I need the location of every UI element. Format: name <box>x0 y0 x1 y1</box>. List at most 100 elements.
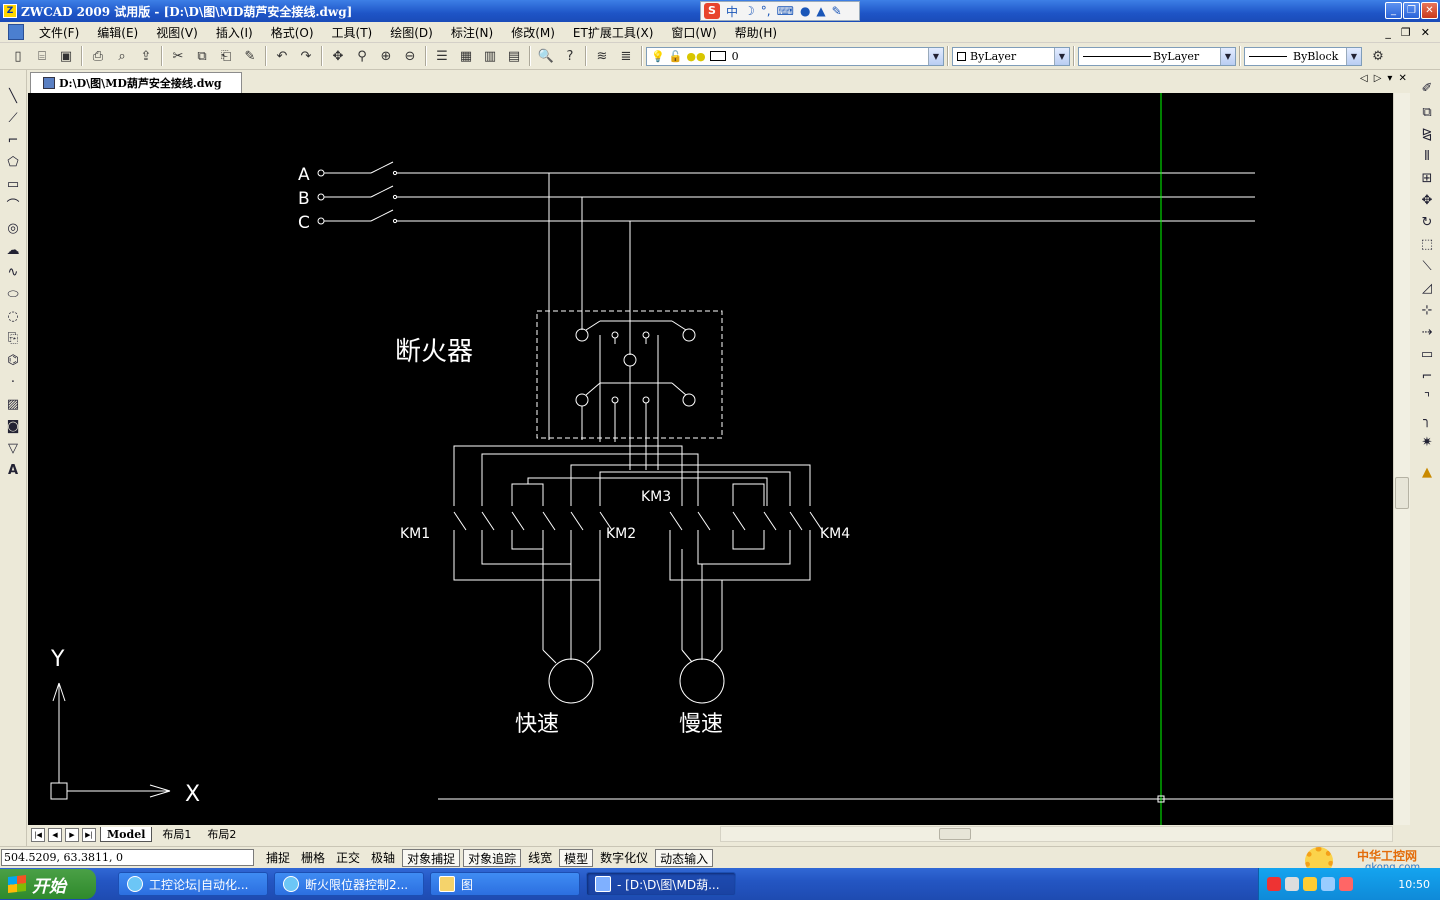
layer-tools-icon[interactable]: ▲ <box>1418 464 1436 482</box>
display-icon[interactable] <box>1321 877 1335 891</box>
rotate-icon[interactable]: ↻ <box>1418 214 1436 232</box>
calculator-icon[interactable]: ▤ <box>504 46 524 66</box>
horizontal-scroll-thumb[interactable] <box>939 828 971 840</box>
menu-window[interactable]: 窗口(W) <box>662 24 725 41</box>
array-icon[interactable]: ⊞ <box>1418 170 1436 188</box>
print-icon[interactable]: ⎙ <box>88 46 108 66</box>
join-icon[interactable]: ⌐ <box>1418 368 1436 386</box>
polyline-tool-icon[interactable]: ⌐ <box>4 132 22 150</box>
tab-list-icon[interactable]: ▾ <box>1387 73 1392 84</box>
lengthen-icon[interactable]: ◿ <box>1418 280 1436 298</box>
open-file-icon[interactable]: ⌸ <box>32 46 52 66</box>
drawing-canvas[interactable]: A B C 断火器 KM1 KM2 KM3 KM4 快速 慢速 Y X <box>28 93 1393 825</box>
region-tool-icon[interactable]: ◙ <box>4 418 22 436</box>
rectangle-tool-icon[interactable]: ▭ <box>4 176 22 194</box>
match-properties-icon[interactable]: ✎ <box>240 46 260 66</box>
redo-icon[interactable]: ↷ <box>296 46 316 66</box>
zoom-realtime-icon[interactable]: ⚲ <box>352 46 372 66</box>
tool-palette-icon[interactable]: ▥ <box>480 46 500 66</box>
erase-icon[interactable]: ✐ <box>1418 80 1436 98</box>
chevron-down-icon[interactable]: ▼ <box>1346 47 1361 65</box>
document-icon[interactable] <box>8 24 24 40</box>
menu-express-tools[interactable]: ET扩展工具(X) <box>564 24 663 41</box>
tab-layout1[interactable]: 布局1 <box>156 827 197 842</box>
ime-toolbar[interactable]: S 中 ☽ °, ⌨ ● ▲ ✎ <box>700 1 860 21</box>
explode-icon[interactable]: ✷ <box>1418 434 1436 452</box>
vertical-scroll-thumb[interactable] <box>1395 477 1409 509</box>
tab-close-icon[interactable]: ✕ <box>1398 73 1406 84</box>
toggle-snap[interactable]: 捕捉 <box>262 849 294 867</box>
next-tab-icon[interactable]: ▶ <box>65 827 79 842</box>
line-tool-icon[interactable]: ╲ <box>4 88 22 106</box>
layer-previous-icon[interactable]: ≣ <box>616 46 636 66</box>
security-icon[interactable] <box>1303 877 1317 891</box>
zoom-previous-icon[interactable]: ⊖ <box>400 46 420 66</box>
taskbar-item-zwcad[interactable]: - [D:\D\图\MD葫... <box>586 872 736 896</box>
doc-close-button[interactable]: ✕ <box>1421 26 1430 39</box>
menu-help[interactable]: 帮助(H) <box>726 24 786 41</box>
toggle-ortho[interactable]: 正交 <box>332 849 364 867</box>
layer-dropdown[interactable]: 💡 🔓 ●● 0 ▼ <box>646 46 944 66</box>
doc-minimize-button[interactable]: _ <box>1385 26 1391 39</box>
stretch-icon[interactable]: ⟍ <box>1418 258 1436 276</box>
ime-fullwidth-icon[interactable]: ☽ <box>744 4 755 18</box>
revision-cloud-icon[interactable]: ☁ <box>4 242 22 260</box>
mirror-icon[interactable]: ⧎ <box>1418 126 1436 144</box>
trim-icon[interactable]: ⊹ <box>1418 302 1436 320</box>
design-center-icon[interactable]: ▦ <box>456 46 476 66</box>
chevron-down-icon[interactable]: ▼ <box>1054 47 1069 65</box>
vertical-scrollbar[interactable] <box>1393 93 1410 825</box>
spline-tool-icon[interactable]: ∿ <box>4 264 22 282</box>
ime-user-icon[interactable]: ● <box>800 4 810 18</box>
toggle-grid[interactable]: 栅格 <box>297 849 329 867</box>
offset-icon[interactable]: ⫴ <box>1418 148 1436 166</box>
ime-punctuation-icon[interactable]: °, <box>761 4 771 18</box>
make-block-icon[interactable]: ⌬ <box>4 352 22 370</box>
window-restore-button[interactable]: ❐ <box>1403 2 1420 19</box>
sogou-ime-icon[interactable]: S <box>704 3 720 19</box>
prev-tab-icon[interactable]: ◀ <box>48 827 62 842</box>
save-icon[interactable]: ▣ <box>56 46 76 66</box>
ime-settings-icon[interactable]: ✎ <box>832 4 842 18</box>
ime-skin-icon[interactable]: ▲ <box>816 4 825 18</box>
toggle-dynamic-input[interactable]: 动态输入 <box>655 848 714 867</box>
menu-draw[interactable]: 绘图(D) <box>381 24 442 41</box>
volume-icon[interactable] <box>1285 877 1299 891</box>
tab-layout2[interactable]: 布局2 <box>201 827 242 842</box>
move-icon[interactable]: ✥ <box>1418 192 1436 210</box>
circle-tool-icon[interactable]: ◎ <box>4 220 22 238</box>
multiline-text-icon[interactable]: A <box>4 462 22 480</box>
chamfer-icon[interactable]: ⌝ <box>1418 390 1436 408</box>
menu-edit[interactable]: 编辑(E) <box>88 24 147 41</box>
ellipse-tool-icon[interactable]: ⬭ <box>4 286 22 304</box>
menu-file[interactable]: 文件(F) <box>30 24 88 41</box>
tab-prev-icon[interactable]: ◁ <box>1360 73 1368 84</box>
cut-icon[interactable]: ✂ <box>168 46 188 66</box>
plot-style-icon[interactable]: ⚙ <box>1368 46 1388 66</box>
taskbar-item-folder[interactable]: 图 <box>430 872 580 896</box>
toggle-otrack[interactable]: 对象追踪 <box>463 848 522 867</box>
toggle-polar[interactable]: 极轴 <box>367 849 399 867</box>
point-tool-icon[interactable]: · <box>4 374 22 392</box>
zoom-window-icon[interactable]: ⊕ <box>376 46 396 66</box>
toggle-lineweight[interactable]: 线宽 <box>524 849 556 867</box>
menu-modify[interactable]: 修改(M) <box>502 24 564 41</box>
linetype-dropdown[interactable]: ByLayer ▼ <box>1078 46 1236 66</box>
clock[interactable]: 10:50 <box>1398 878 1430 891</box>
hatch-tool-icon[interactable]: ▨ <box>4 396 22 414</box>
extend-icon[interactable]: ⇢ <box>1418 324 1436 342</box>
color-dropdown[interactable]: ByLayer ▼ <box>952 46 1070 66</box>
layer-manager-icon[interactable]: ≋ <box>592 46 612 66</box>
toggle-model[interactable]: 模型 <box>559 848 594 867</box>
toggle-tablet[interactable]: 数字化仪 <box>596 849 652 867</box>
break-icon[interactable]: ▭ <box>1418 346 1436 364</box>
print-preview-icon[interactable]: ⌕ <box>112 46 132 66</box>
undo-icon[interactable]: ↶ <box>272 46 292 66</box>
menu-view[interactable]: 视图(V) <box>147 24 207 41</box>
lineweight-dropdown[interactable]: ByBlock ▼ <box>1244 46 1362 66</box>
menu-format[interactable]: 格式(O) <box>262 24 323 41</box>
table-tool-icon[interactable]: ▽ <box>4 440 22 458</box>
ime-language-toggle[interactable]: 中 <box>726 3 738 20</box>
help-icon[interactable]: ? <box>560 46 580 66</box>
ime-keyboard-icon[interactable]: ⌨ <box>777 4 794 18</box>
